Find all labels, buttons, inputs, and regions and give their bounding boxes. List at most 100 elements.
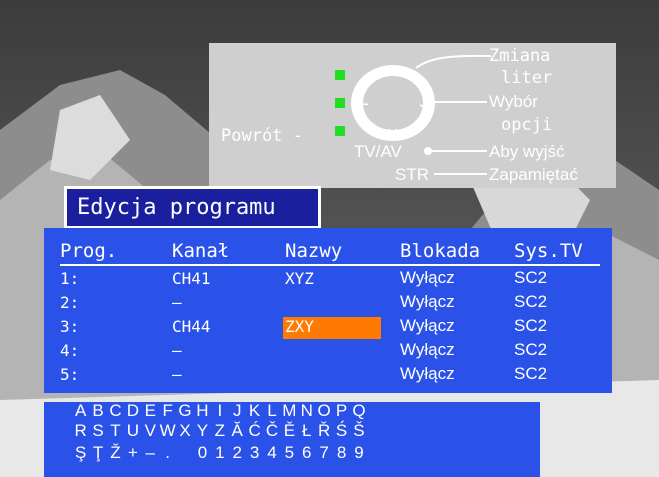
charset-char[interactable]: 1 [211, 443, 228, 463]
remote-help-panel: ^ v − + Powrót - Zmiana liter Wybór opcj… [209, 43, 616, 188]
indicator-led-1 [335, 70, 345, 80]
row-lock[interactable]: Wyłącz [400, 268, 455, 288]
charset-char[interactable]: X [176, 421, 193, 441]
row-system[interactable]: SC2 [514, 364, 547, 384]
row-system[interactable]: SC2 [514, 268, 547, 288]
row-lock[interactable]: Wyłącz [400, 292, 455, 312]
charset-char[interactable]: V [142, 421, 159, 441]
row-name[interactable]: ZXY [285, 317, 314, 336]
row-prog: 2: [60, 293, 80, 312]
charset-char[interactable]: Ć [246, 421, 263, 441]
charset-char[interactable]: 7 [315, 443, 332, 463]
row-channel: – [172, 365, 182, 384]
charset-row-1: ABCDEFGHIJKLMNOPQ [72, 401, 368, 421]
exit-label: Aby wyjść [489, 142, 565, 161]
charset-char[interactable]: 6 [298, 443, 315, 463]
save-label: Zapamiętać [489, 165, 578, 184]
tvav-label: TV/AV [354, 142, 402, 161]
row-lock[interactable]: Wyłącz [400, 364, 455, 384]
charset-char[interactable]: Ě [281, 421, 298, 441]
charset-char[interactable]: I [211, 401, 228, 421]
down-arrow-icon: v [387, 123, 398, 144]
charset-char[interactable]: Y [194, 421, 211, 441]
charset-char[interactable]: D [124, 401, 141, 421]
charset-char[interactable]: Ţ [89, 443, 106, 463]
charset-char[interactable]: 4 [263, 443, 280, 463]
charset-char[interactable]: Ř [315, 421, 332, 441]
header-divider [60, 264, 600, 266]
charset-char[interactable]: T [107, 421, 124, 441]
charset-char[interactable]: 3 [246, 443, 263, 463]
row-lock[interactable]: Wyłącz [400, 316, 455, 336]
character-picker: ABCDEFGHIJKLMNOPQ RSTUVWXYZĂĆČĚŁŘŚŠ Ş Ţ Ž +… [44, 401, 540, 477]
select-option-label-2: opcji [501, 115, 553, 135]
charset-char[interactable]: 8 [333, 443, 350, 463]
program-table: Prog. Kanał Nazwy Blokada Sys.TV 1: CH41… [44, 228, 612, 393]
row-prog: 3: [60, 317, 80, 336]
charset-char[interactable]: C [107, 401, 124, 421]
charset-char[interactable]: 0 [194, 443, 211, 463]
charset-char[interactable]: Š [350, 421, 367, 441]
header-prog: Prog. [60, 240, 118, 262]
charset-char[interactable]: J [229, 401, 246, 421]
charset-char[interactable]: E [142, 401, 159, 421]
row-channel: CH41 [172, 269, 211, 288]
charset-char[interactable]: G [176, 401, 193, 421]
header-channel: Kanał [172, 240, 230, 262]
charset-char[interactable]: Č [263, 421, 280, 441]
charset-char[interactable]: W [159, 421, 176, 441]
charset-char[interactable]: . [159, 443, 176, 463]
charset-char[interactable]: L [263, 401, 280, 421]
row-channel: – [172, 293, 182, 312]
row-prog: 1: [60, 269, 80, 288]
row-prog: 5: [60, 365, 80, 384]
row-channel: CH44 [172, 317, 211, 336]
menu-title: Edycja programu [77, 195, 276, 220]
str-label: STR [395, 165, 429, 184]
up-arrow-icon: ^ [387, 65, 398, 86]
back-label: Powrót - [221, 126, 303, 146]
charset-char[interactable]: Z [211, 421, 228, 441]
menu-title-box: Edycja programu [64, 186, 321, 229]
row-name[interactable]: XYZ [285, 269, 314, 288]
charset-char[interactable]: M [281, 401, 298, 421]
charset-char[interactable]: O [315, 401, 332, 421]
charset-char[interactable]: K [246, 401, 263, 421]
change-letters-label-2: liter [501, 68, 553, 88]
row-channel: – [172, 341, 182, 360]
charset-char[interactable]: A [72, 401, 89, 421]
charset-char[interactable]: H [194, 401, 211, 421]
header-system: Sys.TV [514, 240, 583, 262]
row-system[interactable]: SC2 [514, 316, 547, 336]
header-lock: Blokada [400, 240, 481, 262]
charset-char[interactable]: Ś [333, 421, 350, 441]
plus-icon: + [419, 93, 432, 117]
charset-char[interactable]: – [142, 443, 159, 463]
charset-char[interactable]: N [298, 401, 315, 421]
row-lock[interactable]: Wyłącz [400, 340, 455, 360]
charset-char[interactable]: + [124, 443, 141, 463]
charset-char[interactable]: Ł [298, 421, 315, 441]
charset-char[interactable]: 2 [229, 443, 246, 463]
charset-char[interactable]: 5 [281, 443, 298, 463]
row-system[interactable]: SC2 [514, 292, 547, 312]
change-letters-label: Zmiana [489, 46, 551, 66]
charset-char[interactable]: Ž [107, 443, 124, 463]
charset-char[interactable]: Ă [229, 421, 246, 441]
charset-row-3: Ş Ţ Ž + –. 0 1 2 3 4 5 6 7 8 9 [72, 443, 368, 463]
charset-char[interactable]: 9 [350, 443, 367, 463]
row-system[interactable]: SC2 [514, 340, 547, 360]
indicator-led-2 [335, 98, 345, 108]
charset-char[interactable]: R [72, 421, 89, 441]
charset-char[interactable]: S [89, 421, 106, 441]
charset-char[interactable]: B [89, 401, 106, 421]
charset-char[interactable]: P [333, 401, 350, 421]
select-option-label: Wybór [489, 92, 538, 111]
header-name: Nazwy [285, 240, 343, 262]
indicator-led-3 [335, 126, 345, 136]
charset-char[interactable]: Ş [72, 443, 89, 463]
charset-char[interactable]: F [159, 401, 176, 421]
charset-char[interactable]: Q [350, 401, 367, 421]
minus-icon: − [358, 94, 369, 115]
charset-char[interactable]: U [124, 421, 141, 441]
